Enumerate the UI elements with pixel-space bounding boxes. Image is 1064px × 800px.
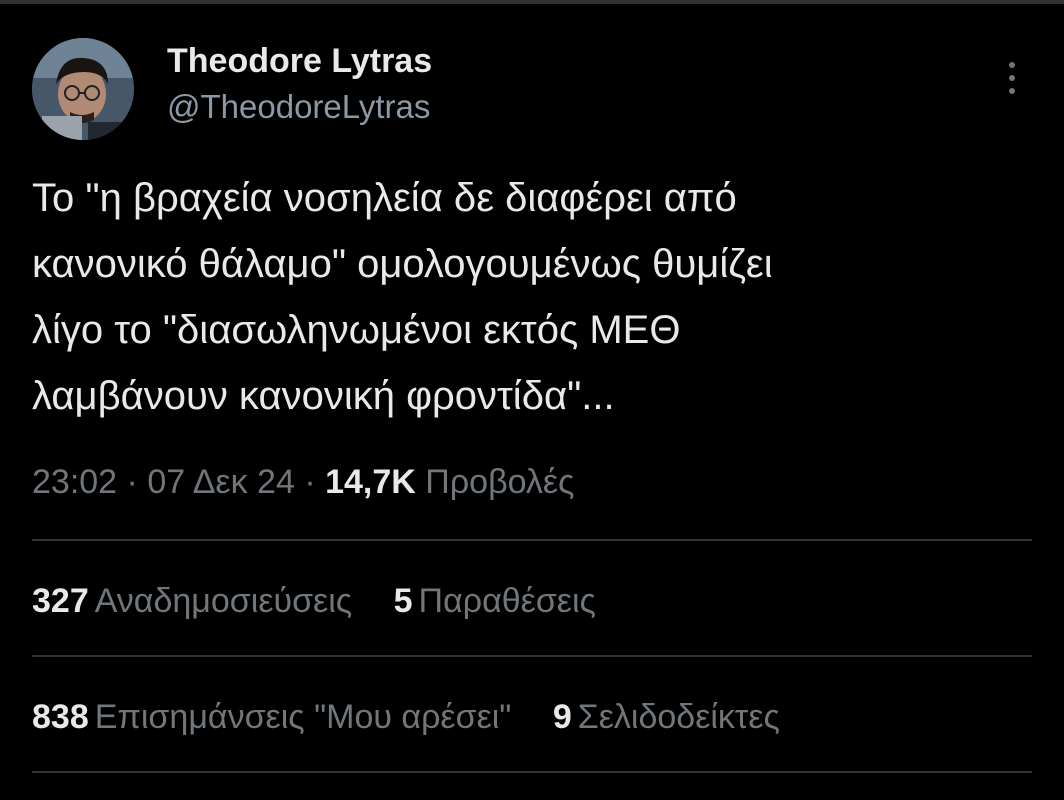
- stats-row-likes: 838 Επισημάνσεις "Μου αρέσει" 9 Σελιδοδείκ…: [32, 692, 812, 742]
- author-handle[interactable]: @TheodoreLytras: [167, 86, 432, 128]
- meta-separator: ·: [126, 463, 138, 501]
- bookmarks-label: Σελιδοδείκτες: [577, 698, 780, 736]
- divider: [32, 771, 1032, 773]
- tweet-meta: 23:02 · 07 Δεκ 24 · 14,7K Προβολές: [32, 457, 574, 507]
- divider: [32, 539, 1032, 541]
- reposts-count: 327: [32, 582, 89, 620]
- tweet-date[interactable]: 07 Δεκ 24: [147, 463, 295, 501]
- quotes-count: 5: [393, 582, 413, 620]
- meta-separator: ·: [304, 463, 316, 501]
- likes-count: 838: [32, 698, 89, 736]
- likes-label: Επισημάνσεις "Μου αρέσει": [94, 698, 512, 736]
- bookmarks-count: 9: [552, 698, 572, 736]
- more-vertical-icon: [1009, 88, 1015, 94]
- views-label: Προβολές: [425, 463, 575, 501]
- tweet-time[interactable]: 23:02: [32, 463, 117, 501]
- avatar[interactable]: [32, 38, 134, 140]
- reposts-stat[interactable]: 327 Αναδημοσιεύσεις: [32, 576, 352, 626]
- more-vertical-icon: [1009, 62, 1015, 68]
- stats-row-reposts: 327 Αναδημοσιεύσεις 5 Παραθέσεις: [32, 576, 628, 626]
- top-divider: [0, 0, 1064, 4]
- tweet-text: Το "η βραχεία νοσηλεία δε διαφέρει από κ…: [32, 176, 773, 418]
- more-options-button[interactable]: [996, 56, 1028, 100]
- author-display-name[interactable]: Theodore Lytras: [167, 40, 432, 82]
- avatar-photo: [32, 38, 134, 140]
- bookmarks-stat[interactable]: 9 Σελιδοδείκτες: [553, 692, 780, 742]
- views-count: 14,7K: [325, 463, 416, 501]
- quotes-stat[interactable]: 5 Παραθέσεις: [394, 576, 596, 626]
- author-info[interactable]: Theodore Lytras @TheodoreLytras: [167, 40, 432, 128]
- likes-stat[interactable]: 838 Επισημάνσεις "Μου αρέσει": [32, 692, 511, 742]
- divider: [32, 655, 1032, 657]
- quotes-label: Παραθέσεις: [418, 582, 596, 620]
- reposts-label: Αναδημοσιεύσεις: [94, 582, 353, 620]
- more-vertical-icon: [1009, 75, 1015, 81]
